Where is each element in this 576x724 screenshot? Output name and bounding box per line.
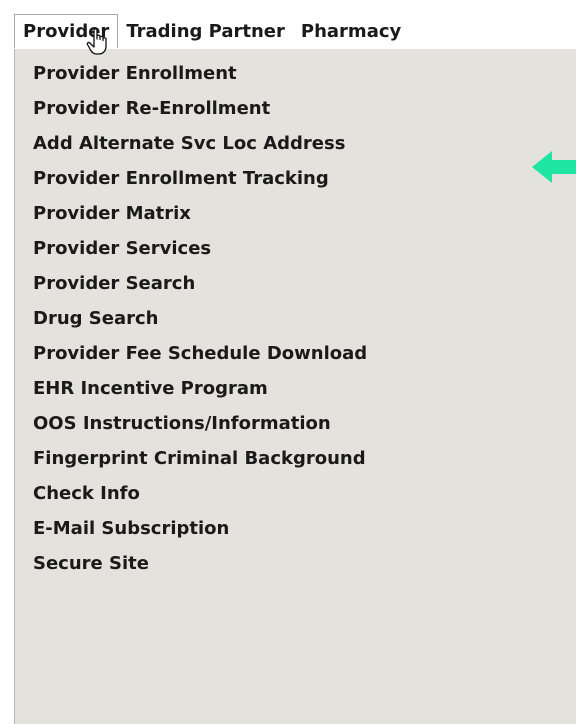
menu-item-provider-enrollment-tracking[interactable]: Provider Enrollment Tracking	[15, 161, 576, 196]
menu-trading-partner[interactable]: Trading Partner	[118, 14, 293, 48]
menu-item-ehr-incentive-program[interactable]: EHR Incentive Program	[15, 371, 576, 406]
menu-pharmacy[interactable]: Pharmacy	[293, 14, 409, 48]
arrow-left-icon	[532, 151, 576, 183]
menu-item-fingerprint-criminal-background[interactable]: Fingerprint Criminal Background	[15, 441, 576, 476]
menu-item-check-info[interactable]: Check Info	[15, 476, 576, 511]
menu-bar: Provider Trading Partner Pharmacy	[14, 14, 409, 48]
menu-item-provider-enrollment[interactable]: Provider Enrollment	[15, 56, 576, 91]
menu-item-provider-matrix[interactable]: Provider Matrix	[15, 196, 576, 231]
menu-item-e-mail-subscription[interactable]: E-Mail Subscription	[15, 511, 576, 546]
menu-item-provider-search[interactable]: Provider Search	[15, 266, 576, 301]
menu-item-add-alternate-svc-loc-address[interactable]: Add Alternate Svc Loc Address	[15, 126, 576, 161]
menu-item-provider-re-enrollment[interactable]: Provider Re-Enrollment	[15, 91, 576, 126]
hand-pointer-icon	[86, 28, 107, 55]
menu-item-drug-search[interactable]: Drug Search	[15, 301, 576, 336]
menu-item-provider-services[interactable]: Provider Services	[15, 231, 576, 266]
menu-item-oos-instructions-information[interactable]: OOS Instructions/Information	[15, 406, 576, 441]
menu-item-secure-site[interactable]: Secure Site	[15, 546, 576, 581]
menu-item-provider-fee-schedule-download[interactable]: Provider Fee Schedule Download	[15, 336, 576, 371]
provider-dropdown-menu: Provider Enrollment Provider Re-Enrollme…	[14, 49, 576, 724]
